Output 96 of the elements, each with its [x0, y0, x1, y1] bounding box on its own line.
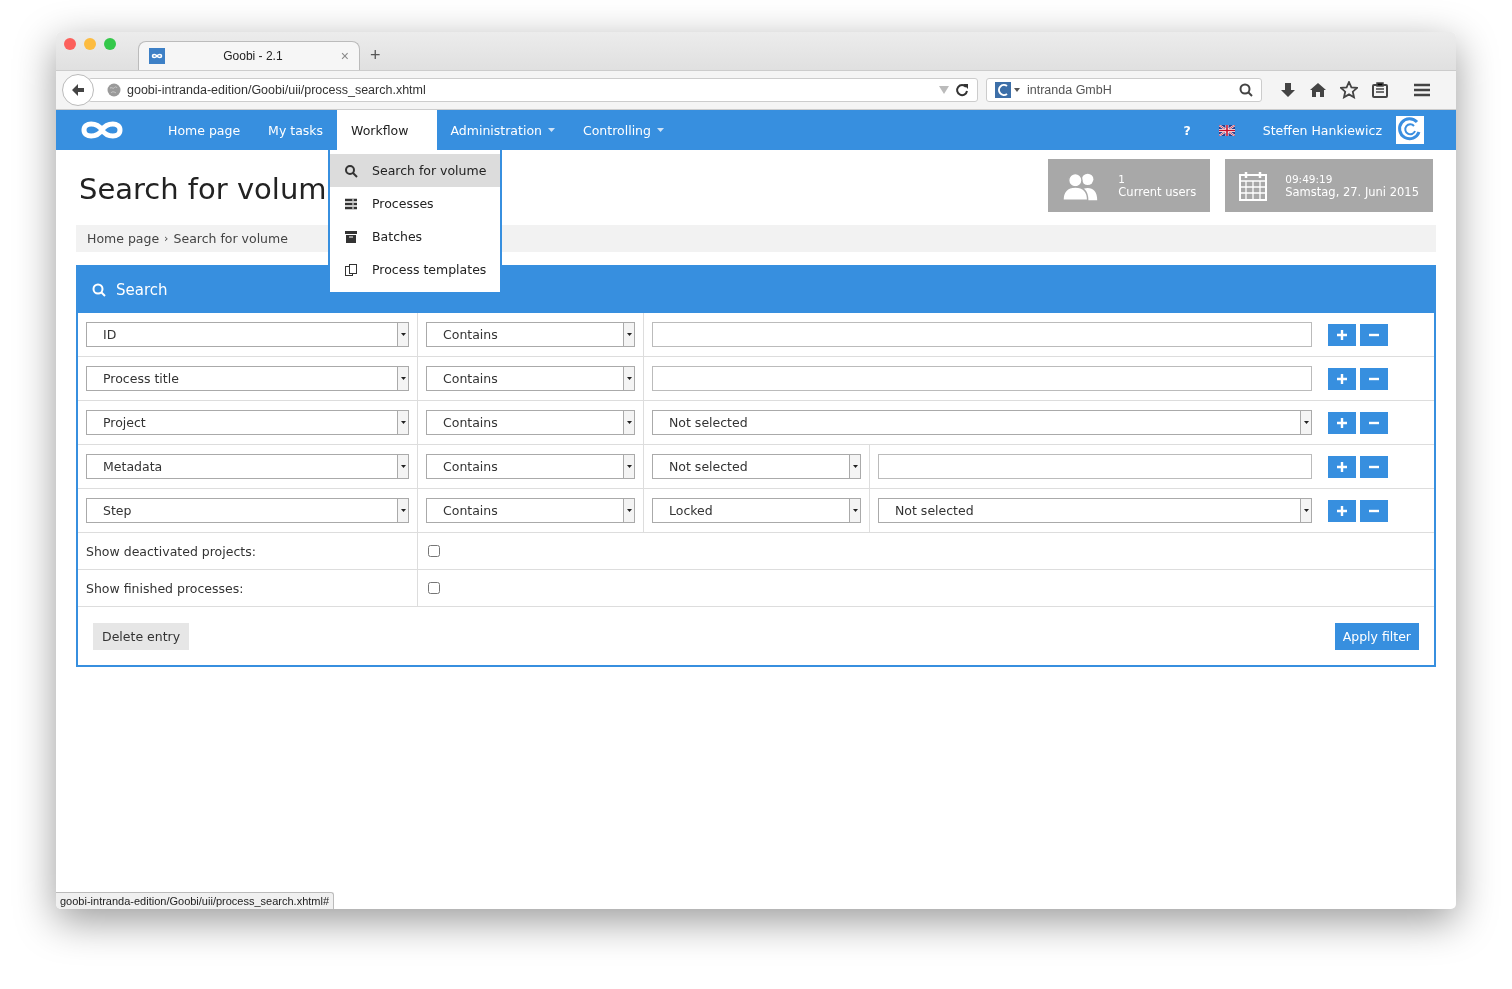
delete-entry-button[interactable]: Delete entry: [93, 622, 190, 650]
add-row-button[interactable]: [1328, 455, 1356, 478]
flag-icon[interactable]: [1218, 124, 1235, 136]
home-icon[interactable]: [1310, 82, 1326, 98]
remove-row-button[interactable]: [1360, 411, 1388, 434]
value-select[interactable]: Not selected: [652, 410, 1312, 435]
reading-list-icon[interactable]: [1372, 82, 1388, 98]
search-icon: [344, 163, 358, 178]
users-label: Current users: [1118, 184, 1197, 199]
copy-icon: [344, 262, 358, 277]
field-select[interactable]: ID: [86, 322, 409, 347]
operator-select[interactable]: Contains: [426, 366, 635, 391]
plus-icon: [1337, 461, 1347, 472]
download-icon[interactable]: [1280, 82, 1296, 98]
avatar-icon[interactable]: [1396, 116, 1424, 144]
operator-select[interactable]: Contains: [426, 454, 635, 479]
field-select[interactable]: Project: [86, 410, 409, 435]
breadcrumb-link[interactable]: Search for volume: [173, 231, 288, 246]
caret-icon: [400, 421, 406, 424]
new-tab-button[interactable]: +: [360, 45, 381, 70]
list-icon: [344, 196, 358, 211]
add-row-button[interactable]: [1328, 411, 1356, 434]
operator-select[interactable]: Contains: [426, 322, 635, 347]
caret-icon: [1303, 421, 1309, 424]
panel-title: Search: [116, 281, 168, 299]
value-input-field[interactable]: [652, 366, 1312, 391]
breadcrumb-separator: ›: [164, 232, 169, 245]
users-count: 1: [1118, 172, 1126, 185]
menu-item[interactable]: Processes: [330, 187, 501, 220]
value-select[interactable]: Not selected: [652, 454, 861, 479]
star-icon[interactable]: [1340, 81, 1358, 99]
field-select[interactable]: Process title: [86, 366, 409, 391]
option-label: Show deactivated projects:: [86, 543, 256, 559]
operator-select[interactable]: Contains: [426, 498, 635, 523]
value-input-field[interactable]: [878, 454, 1312, 479]
remove-row-button[interactable]: [1360, 323, 1388, 346]
back-button[interactable]: [62, 74, 94, 106]
field-select[interactable]: Step: [86, 498, 409, 523]
search-icon: [92, 283, 106, 297]
infinity-icon: [149, 48, 165, 64]
tab-title: Goobi - 2.1: [222, 49, 284, 63]
close-window-button[interactable]: [64, 38, 76, 50]
logo-icon: [995, 82, 1021, 98]
caret-icon: [400, 509, 406, 512]
remove-row-button[interactable]: [1360, 499, 1388, 522]
menu-icon[interactable]: [1414, 83, 1430, 97]
caret-icon: [400, 333, 406, 336]
menu-item[interactable]: Process templates: [330, 253, 501, 286]
browser-search-field[interactable]: intranda GmbH: [986, 78, 1262, 102]
value-input-field[interactable]: [652, 322, 1312, 347]
option-label: Show finished processes:: [86, 580, 244, 596]
archive-box-icon: [344, 229, 358, 244]
caret-icon: [626, 421, 632, 424]
operator-select[interactable]: Contains: [426, 410, 635, 435]
search-icon[interactable]: [1239, 83, 1253, 97]
caret-icon: [1303, 509, 1309, 512]
plus-icon: [1337, 417, 1347, 428]
page-title: Search for volum: [79, 172, 327, 206]
caret-icon: [626, 509, 632, 512]
caret-icon: [400, 377, 406, 380]
caret-icon: [626, 465, 632, 468]
date-text: Samstag, 27. Juni 2015: [1285, 184, 1419, 199]
plus-icon: [1337, 329, 1347, 340]
option-checkbox[interactable]: [428, 582, 440, 594]
reload-icon[interactable]: [955, 83, 969, 97]
plus-icon: [1337, 505, 1347, 516]
url-text: goobi-intranda-edition/Goobi/uii/process_search.xhtml: [127, 83, 427, 97]
menu-item[interactable]: Batches: [330, 220, 501, 253]
menu-item[interactable]: Search for volume: [330, 154, 501, 187]
search-engine-text: intranda GmbH: [1027, 83, 1113, 97]
remove-row-button[interactable]: [1360, 455, 1388, 478]
status-url: goobi-intranda-edition/Goobi/uii/process_search.xhtml#: [56, 892, 335, 909]
value-select[interactable]: Locked: [652, 498, 861, 523]
add-row-button[interactable]: [1328, 367, 1356, 390]
caret-icon: [852, 509, 858, 512]
remove-row-button[interactable]: [1360, 367, 1388, 390]
caret-icon: [400, 465, 406, 468]
globe-icon: [107, 83, 121, 97]
caret-icon: [626, 333, 632, 336]
add-row-button[interactable]: [1328, 499, 1356, 522]
browser-tab[interactable]: Goobi - 2.1 ×: [138, 41, 360, 70]
nav-tab[interactable]: Workflow: [337, 110, 437, 150]
caret-icon: [852, 465, 858, 468]
plus-icon: [1337, 373, 1347, 384]
time-text: 09:49:19: [1285, 172, 1334, 185]
address-field[interactable]: goobi-intranda-edition/Goobi/uii/process_search.xhtml: [88, 78, 978, 102]
back-arrow-icon: [70, 82, 86, 98]
dropdown-arrow-icon[interactable]: [939, 86, 949, 94]
option-checkbox[interactable]: [428, 545, 440, 557]
value-select[interactable]: Not selected: [878, 498, 1312, 523]
field-select[interactable]: Metadata: [86, 454, 409, 479]
breadcrumb-link[interactable]: Home page: [87, 231, 160, 246]
calendar-icon: [1239, 170, 1268, 201]
add-row-button[interactable]: [1328, 323, 1356, 346]
caret-icon: [626, 377, 632, 380]
zoom-window-button[interactable]: [104, 38, 116, 50]
